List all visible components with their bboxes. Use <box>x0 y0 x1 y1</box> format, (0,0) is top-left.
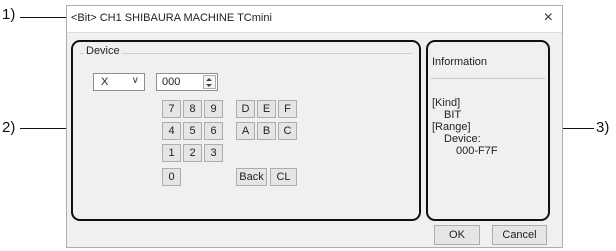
device-group-border <box>80 53 412 54</box>
key-C[interactable]: C <box>278 122 297 140</box>
clear-button[interactable]: CL <box>270 168 297 186</box>
key-F[interactable]: F <box>278 100 297 118</box>
info-range-value: 000-F7F <box>456 145 498 157</box>
spin-buttons-icon[interactable] <box>203 75 216 89</box>
device-type-value: X <box>101 76 109 88</box>
info-divider <box>431 78 545 79</box>
callout-1-leader <box>20 17 68 18</box>
back-button[interactable]: Back <box>236 168 267 186</box>
info-kind-label: [Kind] <box>432 97 461 109</box>
key-B[interactable]: B <box>257 122 276 140</box>
spin-up-icon[interactable] <box>206 78 212 81</box>
key-D[interactable]: D <box>236 100 255 118</box>
key-E[interactable]: E <box>257 100 276 118</box>
ok-button[interactable]: OK <box>434 225 480 245</box>
callout-1: 1) <box>2 6 16 23</box>
title-bar: <Bit> CH1 SHIBAURA MACHINE TCmini × <box>67 6 562 33</box>
callout-2-leader <box>20 128 72 129</box>
info-kind-value: BIT <box>444 109 462 121</box>
chevron-down-icon: ∨ <box>131 75 139 86</box>
key-6[interactable]: 6 <box>204 122 223 140</box>
key-0[interactable]: 0 <box>162 168 181 186</box>
key-8[interactable]: 8 <box>183 100 202 118</box>
info-title: Information <box>432 56 488 68</box>
spin-down-icon[interactable] <box>206 84 212 87</box>
key-4[interactable]: 4 <box>162 122 181 140</box>
key-A[interactable]: A <box>236 122 255 140</box>
key-1[interactable]: 1 <box>162 144 181 162</box>
callout-2: 2) <box>2 119 16 136</box>
device-group-label: Device <box>84 45 122 57</box>
device-dialog: <Bit> CH1 SHIBAURA MACHINE TCmini × Devi… <box>66 5 563 248</box>
information-panel: Information [Kind] BIT [Range] Device: 0… <box>426 40 550 221</box>
info-range-label: [Range] <box>432 121 471 133</box>
info-range-device-label: Device: <box>444 133 481 145</box>
device-address-value: 000 <box>162 76 181 88</box>
device-address-input[interactable]: 000 <box>156 73 218 91</box>
key-2[interactable]: 2 <box>183 144 202 162</box>
callout-3: 3) <box>596 119 610 136</box>
key-5[interactable]: 5 <box>183 122 202 140</box>
key-3[interactable]: 3 <box>204 144 223 162</box>
close-icon[interactable]: × <box>544 9 553 27</box>
key-9[interactable]: 9 <box>204 100 223 118</box>
cancel-button[interactable]: Cancel <box>492 225 547 245</box>
device-type-select[interactable]: X ∨ <box>93 73 145 91</box>
key-7[interactable]: 7 <box>162 100 181 118</box>
dialog-title: <Bit> CH1 SHIBAURA MACHINE TCmini <box>71 12 272 24</box>
device-panel: Device X ∨ 000 7 8 9 4 5 6 1 2 3 0 D E F… <box>71 40 421 221</box>
